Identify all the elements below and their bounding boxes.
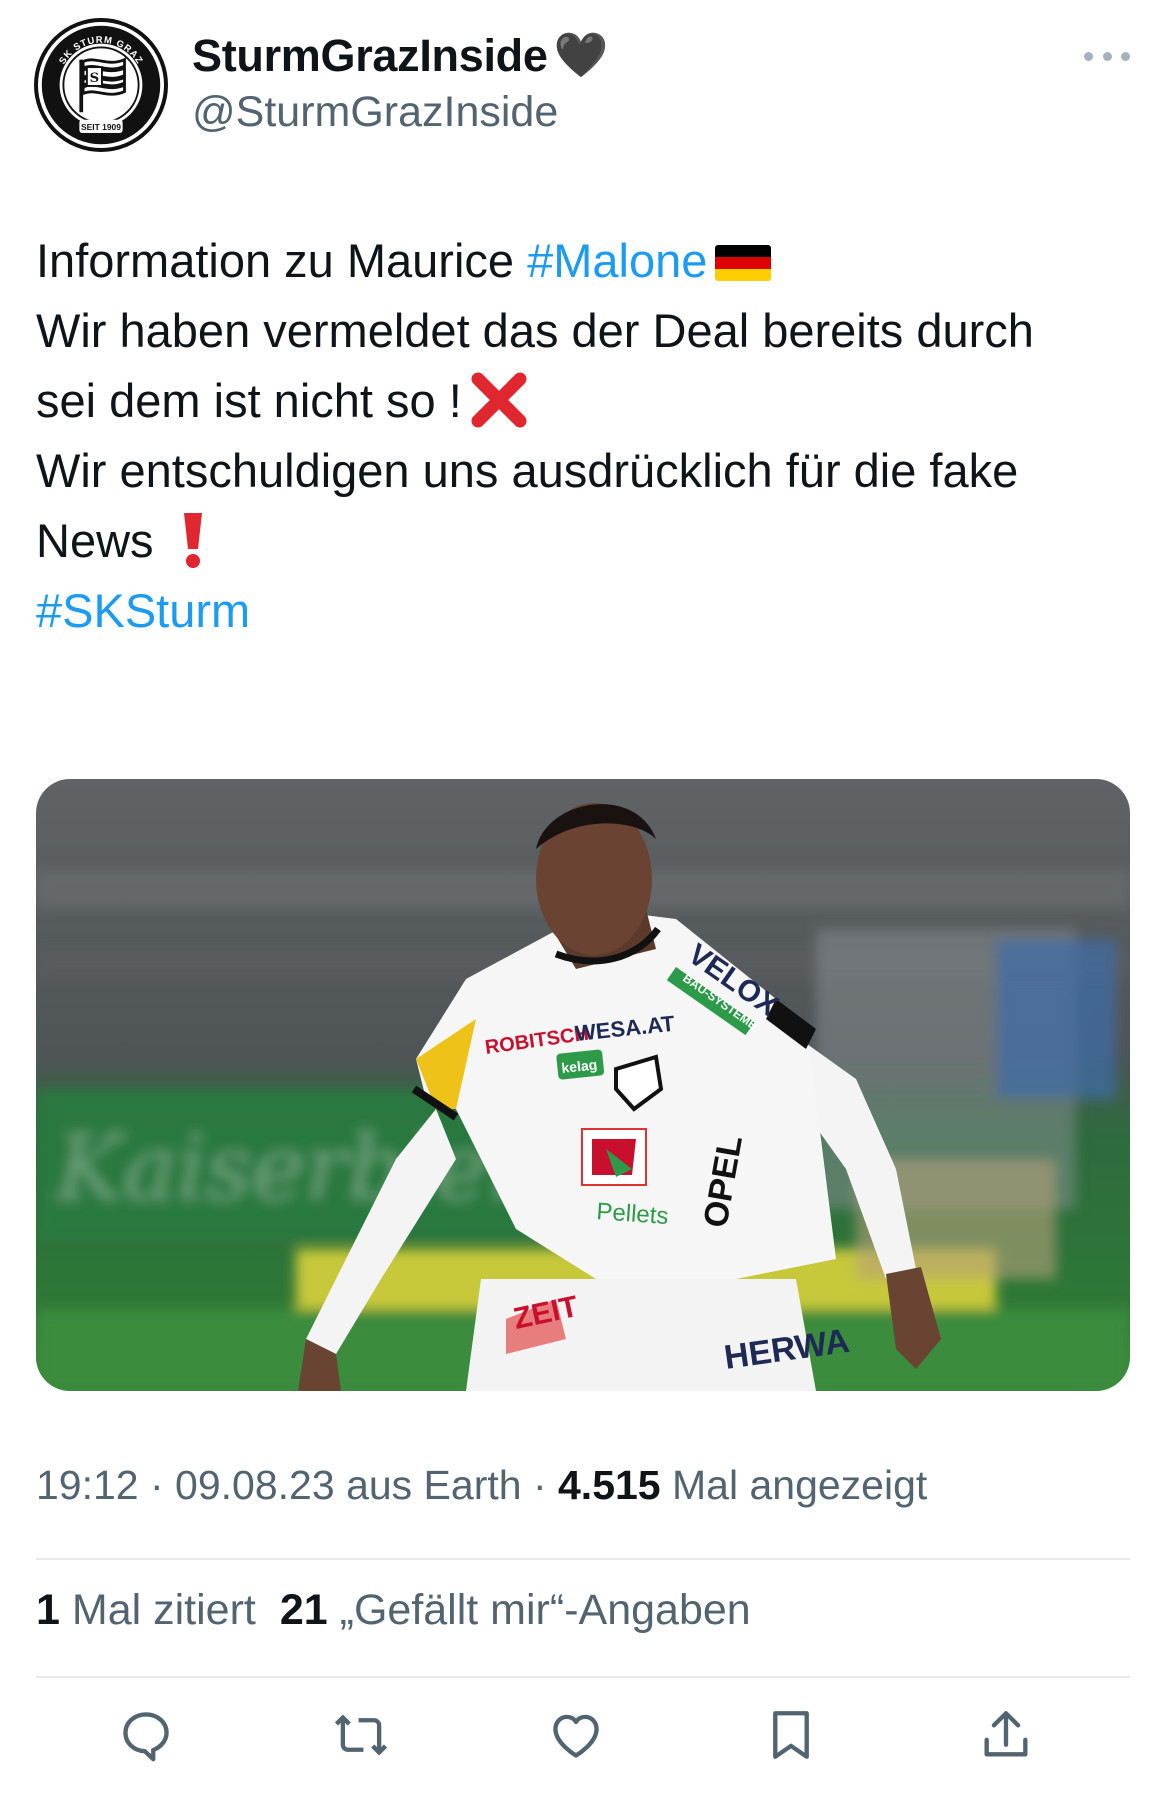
likes-stat[interactable]: 21 „Gefällt mir“-Angaben [280,1586,751,1634]
quotes-count: 1 [36,1586,60,1634]
tweet-line-5-text: News [36,514,154,567]
meta-separator: · [521,1462,558,1508]
action-bar [36,1700,1130,1770]
tweet-line-3: sei dem ist nicht so ! [36,366,1146,436]
user-handle[interactable]: @SturmGrazInside [192,88,558,137]
display-name-text: SturmGrazInside [192,30,548,81]
reply-icon [123,1712,169,1762]
views-count: 4.515 [558,1462,661,1508]
avatar[interactable]: S SK STURM GRAZ SEIT 1909 [34,18,168,152]
display-name[interactable]: SturmGrazInside 🖤 [192,30,608,82]
black-heart-emoji: 🖤 [553,31,609,80]
tweet-time[interactable]: 19:12 [36,1462,139,1508]
reply-button[interactable] [111,1700,181,1770]
exclamation-mark-emoji [183,513,202,568]
hashtag-malone[interactable]: #Malone [527,234,707,287]
sk-sturm-graz-crest-icon: S SK STURM GRAZ SEIT 1909 [41,25,161,145]
tweet-line-2: Wir haben vermeldet das der Deal bereits… [36,304,1034,357]
tweet-detail: S SK STURM GRAZ SEIT 1909 SturmGrazInsid… [0,0,1170,1799]
tweet-line-1: Information zu Maurice #Malone [36,226,1146,296]
retweet-icon [334,1714,388,1756]
avatar-crest-text-bottom: SEIT 1909 [81,122,121,132]
share-button[interactable] [971,1700,1041,1770]
pellets-sponsor: Pellets [596,1198,670,1230]
tweet-image[interactable]: Kaiserbier HERWA ZEIT ROBITSCH WESA.AT k… [36,779,1130,1391]
cross-mark-emoji [471,372,527,428]
like-button[interactable] [541,1700,611,1770]
divider [36,1676,1130,1678]
tweet-line-1-text: Information zu Maurice [36,234,528,287]
tweet-line-4: Wir entschuldigen uns ausdrücklich für d… [36,444,1019,497]
tweet-line-5: News [36,506,1146,576]
retweet-button[interactable] [326,1700,396,1770]
like-icon [553,1714,599,1758]
svg-text:Kaiserbier: Kaiserbier [54,1116,536,1221]
likes-count: 21 [279,1586,328,1634]
views-label: Mal angezeigt [672,1462,928,1508]
likes-label: „Gefällt mir“-Angaben [339,1586,751,1634]
hashtag-sksturm[interactable]: #SKSturm [36,576,1146,646]
tweet-date[interactable]: 09.08.23 [175,1462,335,1508]
tweet-source: aus Earth [346,1462,522,1508]
svg-text:S: S [90,71,100,86]
quotes-stat[interactable]: 1 Mal zitiert [36,1586,256,1634]
bookmark-icon [773,1711,809,1759]
share-icon [984,1711,1028,1757]
tweet-text: Information zu Maurice #Malone Wir haben… [36,226,1146,646]
meta-separator: · [138,1462,176,1508]
football-player-photo: Kaiserbier HERWA ZEIT ROBITSCH WESA.AT k… [36,779,1130,1391]
tweet-stats: 1 Mal zitiert 21 „Gefällt mir“-Angaben [36,1586,751,1635]
quotes-label: Mal zitiert [71,1586,256,1634]
bookmark-button[interactable] [756,1700,826,1770]
tweet-meta: 19:12 · 09.08.23 aus Earth · 4.515 Mal a… [36,1462,927,1509]
more-dots-icon[interactable] [1084,48,1130,64]
divider [36,1558,1130,1560]
tweet-line-3-text: sei dem ist nicht so ! [36,374,462,427]
german-flag-emoji [715,245,772,281]
